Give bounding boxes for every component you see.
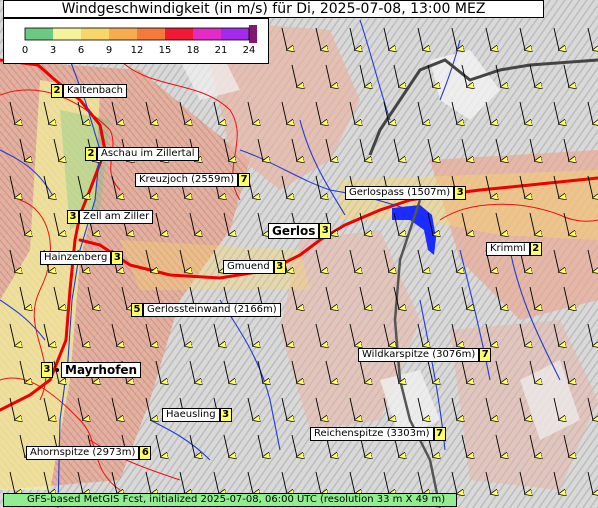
place-name: Krimml (486, 242, 530, 256)
place-wind-value: 3 (273, 260, 286, 274)
legend-tick-label: 18 (187, 45, 200, 56)
legend-swatch (137, 28, 165, 40)
place-krimml[interactable]: Krimml 2 (486, 242, 542, 256)
place-wind-value: 3 (111, 251, 124, 265)
place-hainzenberg[interactable]: Hainzenberg 3 (40, 251, 124, 265)
place-aschau[interactable]: 2 Aschau im Zillertal (85, 147, 199, 161)
place-kreuzjoch[interactable]: Kreuzjoch (2559m) 7 (135, 173, 251, 187)
map-title: Windgeschwindigkeit (in m/s) für Di, 202… (3, 0, 544, 18)
location-dot (55, 368, 59, 372)
place-name: Gerlossteinwand (2166m) (143, 303, 281, 317)
legend-swatch (193, 28, 221, 40)
place-name: Gmuend (223, 260, 274, 274)
place-name: Wildkarspitze (3076m) (358, 348, 480, 362)
place-haeusling[interactable]: Haeusling 3 (162, 408, 232, 422)
place-gmuend[interactable]: Gmuend 3 (223, 260, 286, 274)
place-gerlossteinwand[interactable]: 5 Gerlossteinwand (2166m) (131, 303, 281, 317)
place-gerlospass[interactable]: Gerlospass (1507m) 3 (345, 186, 467, 200)
legend-tick-label: 6 (78, 45, 84, 56)
legend-swatch (221, 28, 249, 40)
legend-swatch (165, 28, 193, 40)
place-wind-value: 3 (41, 362, 53, 378)
place-name: Gerlospass (1507m) (345, 186, 455, 200)
place-reichenspitze[interactable]: Reichenspitze (3303m) 7 (310, 427, 446, 441)
legend-swatch (53, 28, 81, 40)
place-wind-value: 7 (238, 173, 251, 187)
place-ahornspitze[interactable]: Ahornspitze (2973m) 6 (26, 446, 152, 460)
legend-tick-label: 9 (106, 45, 112, 56)
legend-swatch (81, 28, 109, 40)
place-zell-am-ziller[interactable]: 3 Zell am Ziller (67, 210, 154, 224)
legend-tick-label: 0 (22, 45, 28, 56)
place-name: Kreuzjoch (2559m) (135, 173, 239, 187)
place-name: Zell am Ziller (79, 210, 154, 224)
place-wind-value: 7 (479, 348, 492, 362)
legend-tick-label: 15 (159, 45, 172, 56)
place-name: Haeusling (162, 408, 220, 422)
place-mayrhofen[interactable]: 3 Mayrhofen (41, 362, 142, 378)
place-wind-value: 3 (454, 186, 467, 200)
legend-tick-label: 24 (243, 45, 256, 56)
place-name: Hainzenberg (40, 251, 112, 265)
place-wind-value: 3 (67, 210, 79, 224)
place-wind-value: 3 (319, 223, 332, 239)
place-wind-value: 2 (529, 242, 542, 256)
legend-swatch (25, 28, 53, 40)
wind-legend: 0 3 6 9 12 15 18 21 24 (3, 18, 269, 64)
place-wildkarspitze[interactable]: Wildkarspitze (3076m) 7 (358, 348, 492, 362)
place-wind-value: 7 (433, 427, 446, 441)
place-name: Kaltenbach (63, 84, 128, 98)
wind-map[interactable]: Windgeschwindigkeit (in m/s) für Di, 202… (0, 0, 598, 508)
place-name: Mayrhofen (61, 362, 142, 378)
legend-tick-label: 3 (50, 45, 56, 56)
legend-overflow-swatch (249, 25, 257, 43)
legend-tick-label: 12 (131, 45, 144, 56)
place-wind-value: 5 (131, 303, 143, 317)
place-wind-value: 6 (139, 446, 152, 460)
place-name: Gerlos (268, 223, 320, 239)
forecast-footer: GFS-based MetGIS Fcst, initialized 2025-… (3, 493, 457, 507)
legend-swatch (109, 28, 137, 40)
place-name: Ahornspitze (2973m) (26, 446, 140, 460)
place-name: Aschau im Zillertal (97, 147, 199, 161)
place-name: Reichenspitze (3303m) (310, 427, 434, 441)
legend-tick-label: 21 (215, 45, 228, 56)
place-wind-value: 3 (219, 408, 232, 422)
place-gerlos[interactable]: Gerlos 3 (268, 223, 332, 239)
place-wind-value: 2 (85, 147, 97, 161)
legend-scale: 0 3 6 9 12 15 18 21 24 (22, 25, 257, 56)
place-kaltenbach[interactable]: 2 Kaltenbach (51, 84, 128, 98)
place-wind-value: 2 (51, 84, 63, 98)
